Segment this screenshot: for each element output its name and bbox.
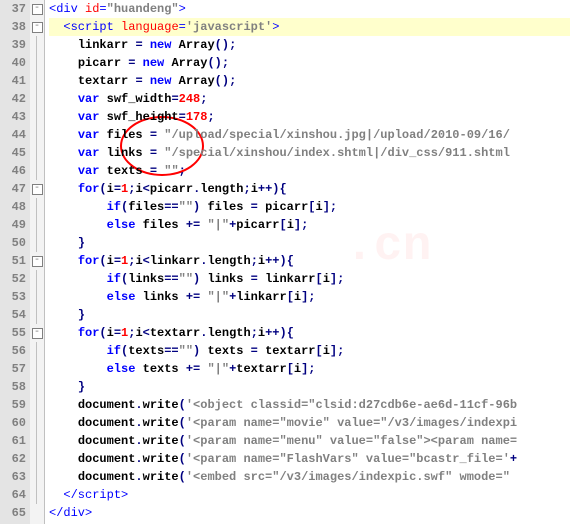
fold-cell — [30, 306, 44, 324]
fold-cell — [30, 162, 44, 180]
fold-cell — [30, 288, 44, 306]
fold-cell — [30, 72, 44, 90]
line-number: 47 — [0, 180, 26, 198]
line-number: 52 — [0, 270, 26, 288]
fold-minus-icon[interactable]: - — [32, 328, 43, 339]
fold-cell — [30, 486, 44, 504]
fold-cell — [30, 144, 44, 162]
line-number: 45 — [0, 144, 26, 162]
fold-cell — [30, 198, 44, 216]
fold-cell — [30, 414, 44, 432]
code-line[interactable]: picarr = new Array(); — [49, 54, 570, 72]
line-number: 55 — [0, 324, 26, 342]
fold-cell — [30, 54, 44, 72]
line-number: 58 — [0, 378, 26, 396]
fold-cell — [30, 468, 44, 486]
code-line[interactable]: </div> — [49, 504, 570, 522]
code-line[interactable]: </script> — [49, 486, 570, 504]
fold-minus-icon[interactable]: - — [32, 256, 43, 267]
code-line[interactable]: for(i=1;i<linkarr.length;i++){ — [49, 252, 570, 270]
fold-cell — [30, 216, 44, 234]
code-line[interactable]: for(i=1;i<textarr.length;i++){ — [49, 324, 570, 342]
fold-cell[interactable]: - — [30, 252, 44, 270]
line-number: 60 — [0, 414, 26, 432]
fold-minus-icon[interactable]: - — [32, 4, 43, 15]
fold-cell — [30, 234, 44, 252]
fold-cell — [30, 90, 44, 108]
line-number: 65 — [0, 504, 26, 522]
fold-cell — [30, 126, 44, 144]
code-area[interactable]: .cn <div id="huandeng"> <script language… — [45, 0, 570, 524]
fold-cell — [30, 504, 44, 522]
code-line[interactable]: if(texts=="") texts = textarr[i]; — [49, 342, 570, 360]
line-number: 50 — [0, 234, 26, 252]
line-number: 49 — [0, 216, 26, 234]
line-number: 44 — [0, 126, 26, 144]
line-number: 46 — [0, 162, 26, 180]
code-line[interactable]: var files = "/upload/special/xinshou.jpg… — [49, 126, 570, 144]
line-number: 56 — [0, 342, 26, 360]
code-line[interactable]: } — [49, 234, 570, 252]
code-line[interactable]: document.write('<object classid="clsid:d… — [49, 396, 570, 414]
fold-cell — [30, 108, 44, 126]
code-line[interactable]: var swf_width=248; — [49, 90, 570, 108]
fold-cell[interactable]: - — [30, 18, 44, 36]
fold-cell — [30, 432, 44, 450]
code-line[interactable]: document.write('<param name="menu" value… — [49, 432, 570, 450]
fold-cell — [30, 396, 44, 414]
code-line[interactable]: if(links=="") links = linkarr[i]; — [49, 270, 570, 288]
fold-cell[interactable]: - — [30, 324, 44, 342]
code-line[interactable]: document.write('<embed src="/v3/images/i… — [49, 468, 570, 486]
line-number: 64 — [0, 486, 26, 504]
code-line[interactable]: for(i=1;i<picarr.length;i++){ — [49, 180, 570, 198]
code-line[interactable]: <script language='javascript'> — [49, 18, 570, 36]
line-number: 53 — [0, 288, 26, 306]
fold-cell — [30, 270, 44, 288]
code-line[interactable]: var swf_height=178; — [49, 108, 570, 126]
code-editor: 3738394041424344454647484950515253545556… — [0, 0, 570, 524]
fold-cell[interactable]: - — [30, 0, 44, 18]
code-line[interactable]: <div id="huandeng"> — [49, 0, 570, 18]
code-line[interactable]: var links = "/special/xinshou/index.shtm… — [49, 144, 570, 162]
line-number: 48 — [0, 198, 26, 216]
code-line[interactable]: else links += "|"+linkarr[i]; — [49, 288, 570, 306]
fold-minus-icon[interactable]: - — [32, 22, 43, 33]
line-number-gutter: 3738394041424344454647484950515253545556… — [0, 0, 30, 524]
fold-cell — [30, 360, 44, 378]
fold-cell[interactable]: - — [30, 180, 44, 198]
fold-cell — [30, 36, 44, 54]
fold-cell — [30, 450, 44, 468]
code-line[interactable]: var texts = ""; — [49, 162, 570, 180]
line-number: 57 — [0, 360, 26, 378]
code-line[interactable]: textarr = new Array(); — [49, 72, 570, 90]
line-number: 59 — [0, 396, 26, 414]
line-number: 61 — [0, 432, 26, 450]
line-number: 62 — [0, 450, 26, 468]
line-number: 42 — [0, 90, 26, 108]
fold-cell — [30, 378, 44, 396]
line-number: 38 — [0, 18, 26, 36]
line-number: 37 — [0, 0, 26, 18]
fold-column: - - - - - — [30, 0, 45, 524]
fold-cell — [30, 342, 44, 360]
line-number: 63 — [0, 468, 26, 486]
code-line[interactable]: if(files=="") files = picarr[i]; — [49, 198, 570, 216]
line-number: 51 — [0, 252, 26, 270]
code-line[interactable]: document.write('<param name="FlashVars" … — [49, 450, 570, 468]
code-line[interactable]: } — [49, 378, 570, 396]
line-number: 54 — [0, 306, 26, 324]
line-number: 40 — [0, 54, 26, 72]
code-line[interactable]: document.write('<param name="movie" valu… — [49, 414, 570, 432]
fold-minus-icon[interactable]: - — [32, 184, 43, 195]
code-line[interactable]: } — [49, 306, 570, 324]
line-number: 43 — [0, 108, 26, 126]
code-line[interactable]: else files += "|"+picarr[i]; — [49, 216, 570, 234]
line-number: 39 — [0, 36, 26, 54]
code-line[interactable]: linkarr = new Array(); — [49, 36, 570, 54]
code-line[interactable]: else texts += "|"+textarr[i]; — [49, 360, 570, 378]
line-number: 41 — [0, 72, 26, 90]
